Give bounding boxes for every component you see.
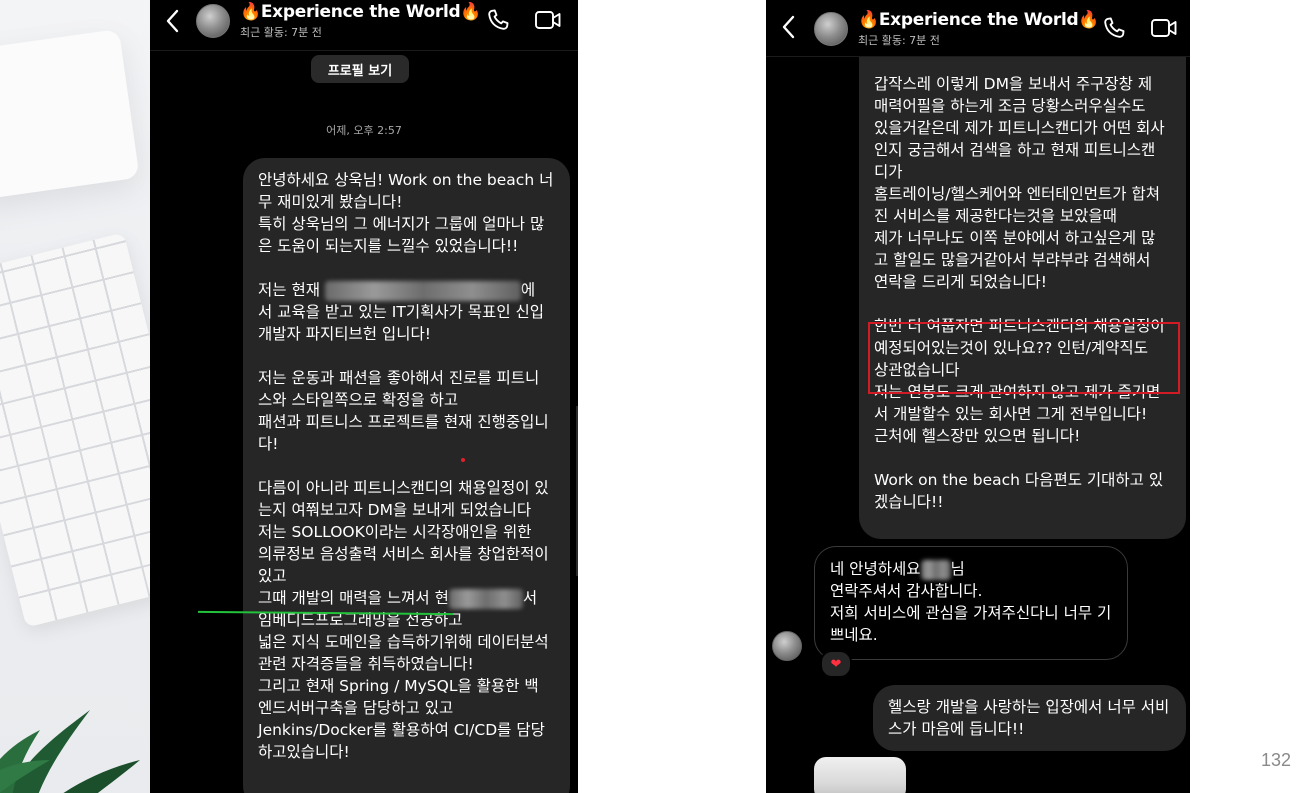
message-text: 님	[950, 560, 965, 578]
message-line: 인지 궁금해서 검색을 하고 현재 피트니스캔	[874, 141, 1156, 159]
message-timestamp: 어제, 오후 2:57	[326, 124, 402, 137]
redacted-text	[448, 588, 523, 609]
message-line: 엔드서버구축을 담당하고 있고	[258, 699, 454, 717]
message-line: 저는 SOLLOOK이라는 시각장애인을 위한	[258, 523, 532, 541]
chat-header: 🔥Experience the World🔥 최근 활동: 7분 전	[766, 0, 1190, 57]
slide-margin	[1190, 0, 1301, 793]
message-line: 은 도움이 되는지를 느낄수 있었습니다!!	[258, 237, 519, 255]
chat-screen-right: 🔥Experience the World🔥 최근 활동: 7분 전 갑작스레 …	[766, 0, 1190, 793]
message-line: 다름이 아니라 피트니스캔디의 채용일정이 있	[258, 479, 549, 497]
message-line: 저는 현재 에	[258, 279, 555, 301]
message-line: Work on the beach 다음편도 기대하고 있	[874, 471, 1164, 489]
outgoing-message[interactable]: 헬스랑 개발을 사랑하는 입장에서 너무 서비 스가 마음에 듭니다!!	[873, 685, 1186, 751]
page-number: 132	[1260, 750, 1291, 770]
message-line: 쁘네요.	[830, 626, 878, 644]
message-line: 그리고 현재 Spring / MySQL을 활용한 백	[258, 677, 539, 695]
chat-title[interactable]: 🔥Experience the World🔥	[858, 10, 1100, 30]
video-camera-icon	[1151, 19, 1177, 37]
message-line: 고 할일도 많을거같아서 부랴부랴 검색해서	[874, 251, 1151, 269]
message-line: 연락주셔서 감사합니다.	[830, 582, 983, 600]
incoming-message[interactable]: 네 안녕하세요 님 연락주셔서 감사합니다. 저희 서비스에 관심을 가져주신다니…	[814, 546, 1128, 660]
back-button[interactable]	[160, 6, 184, 36]
view-profile-button[interactable]: 프로필 보기	[311, 55, 409, 83]
message-line: 연락을 드리게 되었습니다!	[874, 273, 1047, 291]
phone-icon	[1104, 17, 1125, 38]
chevron-left-icon	[782, 15, 795, 39]
message-line: 의류정보 음성출력 서비스 회사를 창업한적이	[258, 545, 549, 563]
message-line: 개발자 파지티브헌 입니다!	[258, 325, 431, 343]
message-line: 스가 마음에 듭니다!!	[888, 720, 1025, 738]
message-line: 근처에 헬스장만 있으면 됩니다!	[874, 427, 1081, 445]
message-line: 무 재미있게 봤습니다!	[258, 193, 403, 211]
message-line: 다!	[258, 435, 279, 453]
message-line: 패션과 피트니스 프로젝트를 현재 진행중입니	[258, 413, 549, 431]
heart-icon: ❤	[830, 656, 842, 672]
message-line: 제가 너무나도 이쪽 분야에서 하고싶은게 많	[874, 229, 1156, 247]
last-active-status: 최근 활동: 7분 전	[858, 34, 940, 47]
chevron-left-icon	[166, 9, 179, 33]
message-line: 저는 운동과 패션을 좋아해서 진로를 피트니	[258, 369, 540, 387]
avatar[interactable]	[196, 4, 230, 38]
call-button[interactable]	[1100, 14, 1128, 42]
video-camera-icon	[535, 11, 561, 29]
message-line: 하고있습니다!	[258, 743, 350, 761]
message-line: 넓은 지식 도메인을 습득하기위해 데이터분석	[258, 633, 549, 651]
scrollbar[interactable]	[576, 406, 578, 576]
back-button[interactable]	[776, 12, 800, 42]
message-text: 저는 현재	[258, 281, 320, 299]
message-line: 안녕하세요 상욱님! Work on the beach 너	[258, 171, 554, 189]
chat-header: 🔥Experience the World🔥 최근 활동: 7분 전	[150, 0, 578, 51]
message-line: Jenkins/Docker를 활용하여 CI/CD를 담당	[258, 721, 545, 739]
message-line: 예정되어있는것이 있나요?? 인턴/계약직도	[874, 339, 1148, 357]
message-line: 갑작스레 이렇게 DM을 보내서 주구장창 제	[874, 75, 1153, 93]
message-line: 스와 스타일쪽으로 확정을 하고	[258, 391, 459, 409]
video-call-button[interactable]	[1150, 14, 1178, 42]
message-line: 있을거같은데 제가 피트니스캔디가 어떤 회사	[874, 119, 1165, 137]
message-line: 서 개발할수 있는 회사면 그게 전부입니다!	[874, 405, 1148, 423]
message-text: 그때 개발의 매력을 느껴서 현	[258, 589, 449, 607]
avatar[interactable]	[814, 12, 848, 46]
plant-image	[0, 710, 140, 793]
sender-avatar[interactable]	[772, 631, 802, 661]
message-line: 저는 연봉도 크게 관여하지 않고 제가 즐기면	[874, 383, 1161, 401]
outgoing-message[interactable]: 안녕하세요 상욱님! Work on the beach 너 무 재미있게 봤습…	[243, 158, 570, 793]
message-line: 네 안녕하세요 님	[830, 558, 1112, 580]
message-line: 진 서비스를 제공한다는것을 보았을때	[874, 207, 1117, 225]
message-line: 디가	[874, 163, 903, 181]
slide-background	[578, 0, 766, 793]
desk-card	[0, 28, 140, 202]
phone-icon	[488, 9, 509, 30]
chat-title[interactable]: 🔥Experience the World🔥	[240, 2, 482, 22]
last-active-status: 최근 활동: 7분 전	[240, 26, 322, 39]
message-line: 는지 여쭤보고자 DM을 보내게 되었습니다	[258, 501, 532, 519]
message-line: 겠습니다!!	[874, 493, 944, 511]
keyboard-image	[0, 232, 150, 628]
message-text: 네 안녕하세요	[830, 560, 921, 578]
message-line: 상관없습니다	[874, 361, 960, 379]
annotation-dot	[461, 458, 465, 462]
image-message-thumbnail[interactable]	[814, 757, 906, 793]
video-call-button[interactable]	[534, 6, 562, 34]
redacted-text	[324, 280, 521, 301]
message-line: 특히 상욱님의 그 에너지가 그룹에 얼마나 많	[258, 215, 545, 233]
heart-reaction[interactable]: ❤	[820, 650, 852, 678]
message-line: 관련 자격증들을 취득하였습니다!	[258, 655, 474, 673]
message-text: 에	[520, 281, 536, 299]
message-text: 서	[522, 589, 538, 607]
message-line: 홈트레이닝/헬스케어와 엔터테인먼트가 합쳐	[874, 185, 1161, 203]
message-line: 매력어필을 하는게 조금 당황스러우실수도	[874, 97, 1146, 115]
message-line: 그때 개발의 매력을 느껴서 현 서	[258, 587, 555, 609]
message-line: 한번 더 여쭙자면 피트니스캔디의 채용일정이	[874, 317, 1165, 335]
outgoing-message[interactable]: 갑작스레 이렇게 DM을 보내서 주구장창 제 매력어필을 하는게 조금 당황스…	[859, 40, 1186, 539]
message-line: 서 교육을 받고 있는 IT기획사가 목표인 신입	[258, 303, 545, 321]
message-line: 저희 서비스에 관심을 가져주신다니 너무 기	[830, 604, 1112, 622]
message-line: 헬스랑 개발을 사랑하는 입장에서 너무 서비	[888, 698, 1170, 716]
chat-screen-left: 🔥Experience the World🔥 최근 활동: 7분 전 프로필 보…	[150, 0, 578, 793]
desk-photo-left	[0, 0, 150, 793]
call-button[interactable]	[484, 6, 512, 34]
redacted-text	[920, 559, 951, 580]
message-line: 있고	[258, 567, 287, 585]
